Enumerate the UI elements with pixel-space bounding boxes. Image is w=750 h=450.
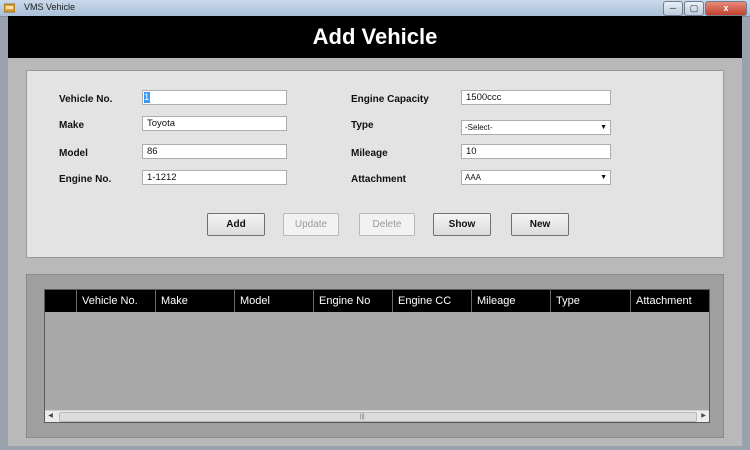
attachment-label: Attachment (351, 174, 407, 185)
chevron-down-icon: ▼ (600, 174, 607, 181)
minimize-button[interactable]: ─ (663, 1, 683, 16)
restore-button[interactable]: ▢ (684, 1, 704, 16)
column-header-model[interactable]: Model (235, 290, 314, 312)
close-icon: x (723, 3, 729, 13)
make-label: Make (59, 120, 85, 131)
attachment-selected-value: AAA (465, 173, 482, 182)
engine-no-label: Engine No. (59, 174, 112, 185)
engine-capacity-label: Engine Capacity (351, 94, 429, 105)
page-header: Add Vehicle (8, 16, 742, 58)
column-header-make[interactable]: Make (156, 290, 235, 312)
update-button[interactable]: Update (283, 213, 339, 236)
column-header-type[interactable]: Type (551, 290, 631, 312)
attachment-select[interactable]: AAA ▼ (461, 170, 611, 185)
column-header-vehicle-no[interactable]: Vehicle No. (77, 290, 156, 312)
mileage-label: Mileage (351, 148, 388, 159)
main-window: Add Vehicle Vehicle No. 1 Make Toyota Mo… (8, 16, 742, 446)
scroll-right-icon[interactable]: ▶ (698, 411, 709, 422)
minimize-icon: ─ (669, 3, 677, 13)
grid-header-row: Vehicle No. Make Model Engine No Engine … (45, 290, 709, 312)
scrollbar-thumb[interactable]: ||| (59, 412, 697, 422)
column-header-engine-no[interactable]: Engine No (314, 290, 393, 312)
vehicle-no-value: 1 (144, 92, 150, 103)
engine-capacity-input[interactable]: 1500ccc (461, 90, 611, 105)
model-input[interactable]: 86 (142, 144, 287, 159)
engine-no-input[interactable]: 1-1212 (142, 170, 287, 185)
make-input[interactable]: Toyota (142, 116, 287, 131)
horizontal-scrollbar[interactable]: ◀ ||| ▶ (45, 410, 709, 422)
column-header-engine-cc[interactable]: Engine CC (393, 290, 472, 312)
app-icon (4, 3, 15, 13)
scroll-left-icon[interactable]: ◀ (45, 411, 56, 422)
chevron-down-icon: ▼ (600, 124, 607, 131)
type-select[interactable]: -Select- ▼ (461, 120, 611, 135)
delete-button[interactable]: Delete (359, 213, 415, 236)
type-label: Type (351, 120, 374, 131)
vehicle-no-label: Vehicle No. (59, 94, 113, 105)
vehicle-grid-panel: Vehicle No. Make Model Engine No Engine … (26, 274, 724, 438)
type-selected-value: -Select- (465, 123, 493, 132)
vehicle-data-grid[interactable]: Vehicle No. Make Model Engine No Engine … (44, 289, 710, 423)
column-header-attachment[interactable]: Attachment (631, 290, 709, 312)
model-label: Model (59, 148, 88, 159)
vehicle-no-input[interactable]: 1 (142, 90, 287, 105)
close-button[interactable]: x (705, 1, 747, 16)
scroll-grip-icon: ||| (360, 414, 365, 420)
page-title: Add Vehicle (312, 24, 438, 49)
window-title: VMS Vehicle (24, 2, 76, 12)
show-button[interactable]: Show (433, 213, 491, 236)
restore-icon: ▢ (689, 3, 699, 13)
new-button[interactable]: New (511, 213, 569, 236)
window-titlebar: VMS Vehicle ─ ▢ x (0, 0, 750, 17)
column-header-mileage[interactable]: Mileage (472, 290, 551, 312)
vehicle-form-panel: Vehicle No. 1 Make Toyota Model 86 Engin… (26, 70, 724, 258)
mileage-input[interactable]: 10 (461, 144, 611, 159)
row-header-corner (45, 290, 77, 312)
add-button[interactable]: Add (207, 213, 265, 236)
